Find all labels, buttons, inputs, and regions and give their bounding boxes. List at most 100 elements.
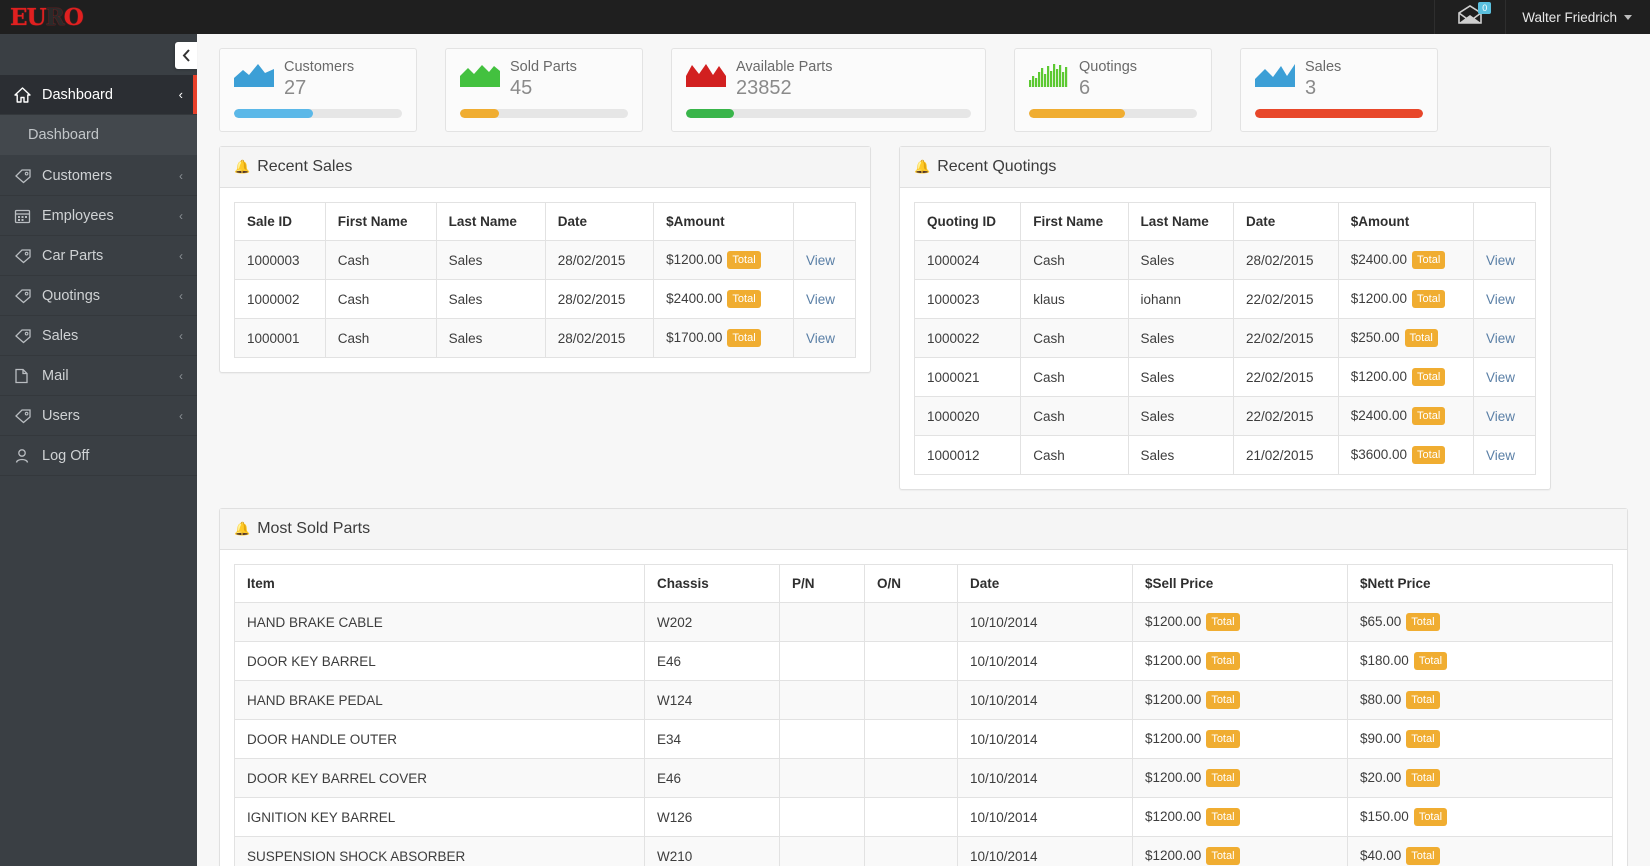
sidebar-item-employees[interactable]: Employees ‹ bbox=[0, 196, 197, 236]
area-chart-icon bbox=[234, 62, 274, 92]
sidebar-subitem-label: Dashboard bbox=[28, 127, 99, 143]
table-row[interactable]: 1000020 Cash Sales 22/02/2015 $2400.00 To… bbox=[913, 396, 1536, 436]
column-header-sell-price[interactable]: $Sell Price bbox=[1132, 564, 1348, 603]
column-header-last-name[interactable]: Last Name bbox=[1127, 202, 1234, 241]
column-header-first-name[interactable]: First Name bbox=[1020, 202, 1129, 241]
amount-value: $1200.00 bbox=[666, 252, 723, 267]
recent-sales-table: Sale ID First Name Last Name Date $Amoun… bbox=[234, 202, 856, 358]
cell-on bbox=[864, 602, 958, 642]
sidebar-subitem-dashboard[interactable]: Dashboard bbox=[0, 115, 197, 156]
cell-date: 22/02/2015 bbox=[1233, 318, 1339, 358]
cell-action: View bbox=[1473, 240, 1536, 280]
column-header-date[interactable]: Date bbox=[544, 202, 655, 241]
cell-date: 10/10/2014 bbox=[957, 680, 1133, 720]
table-row[interactable]: HAND BRAKE PEDAL W124 10/10/2014 $1200.0… bbox=[234, 680, 1613, 720]
column-header-item[interactable]: Item bbox=[234, 564, 645, 603]
column-header-amount[interactable]: $Amount bbox=[653, 202, 794, 241]
sidebar-collapse-button[interactable] bbox=[175, 42, 197, 69]
stat-card-quotings[interactable]: Quotings 6 bbox=[1014, 48, 1212, 132]
column-header-date[interactable]: Date bbox=[1233, 202, 1339, 241]
stat-card-available-parts[interactable]: Available Parts 23852 bbox=[671, 48, 986, 132]
view-link[interactable]: View bbox=[806, 253, 835, 268]
table-row[interactable]: 1000001 Cash Sales 28/02/2015 $1700.00 To… bbox=[234, 318, 856, 358]
cell-chassis: E46 bbox=[644, 758, 780, 798]
column-header-on[interactable]: O/N bbox=[864, 564, 958, 603]
bar-chart-icon bbox=[1029, 62, 1069, 92]
table-row[interactable]: HAND BRAKE CABLE W202 10/10/2014 $1200.0… bbox=[234, 602, 1613, 642]
cell-last-name: iohann bbox=[1127, 279, 1234, 319]
table-row[interactable]: 1000003 Cash Sales 28/02/2015 $1200.00 To… bbox=[234, 240, 856, 280]
table-row[interactable]: DOOR KEY BARREL E46 10/10/2014 $1200.00 T… bbox=[234, 641, 1613, 681]
column-header-quoting-id[interactable]: Quoting ID bbox=[913, 202, 1022, 241]
table-row[interactable]: IGNITION KEY BARREL W126 10/10/2014 $120… bbox=[234, 797, 1613, 837]
stat-value: 6 bbox=[1079, 77, 1091, 99]
total-badge: Total bbox=[1206, 652, 1240, 670]
amount-value: $1200.00 bbox=[1350, 291, 1408, 306]
cell-last-name: Sales bbox=[1127, 396, 1234, 436]
column-header-first-name[interactable]: First Name bbox=[324, 202, 437, 241]
total-badge: Total bbox=[1206, 808, 1240, 826]
total-badge: Total bbox=[727, 251, 761, 269]
sidebar-item-customers[interactable]: Customers ‹ bbox=[0, 156, 197, 196]
column-header-amount[interactable]: $Amount bbox=[1337, 202, 1475, 241]
cell-sale-id: 1000003 bbox=[234, 240, 326, 280]
stat-card-sold-parts[interactable]: Sold Parts 45 bbox=[445, 48, 643, 132]
column-header-chassis[interactable]: Chassis bbox=[644, 564, 780, 603]
column-header-date[interactable]: Date bbox=[957, 564, 1133, 603]
cell-first-name: Cash bbox=[1020, 396, 1129, 436]
cell-first-name: Cash bbox=[1020, 435, 1129, 475]
nett-price-value: $80.00 bbox=[1360, 692, 1402, 707]
recent-sales-panel-header: 🔔 Recent Sales bbox=[220, 147, 870, 188]
view-link[interactable]: View bbox=[1486, 331, 1515, 346]
sidebar-item-car-parts[interactable]: Car Parts ‹ bbox=[0, 236, 197, 276]
table-row[interactable]: 1000023 klaus iohann 22/02/2015 $1200.00… bbox=[913, 279, 1536, 319]
cell-last-name: Sales bbox=[435, 318, 546, 358]
sidebar-item-log-off[interactable]: Log Off bbox=[0, 436, 197, 476]
column-header-last-name[interactable]: Last Name bbox=[435, 202, 546, 241]
table-row[interactable]: DOOR KEY BARREL COVER E46 10/10/2014 $12… bbox=[234, 758, 1613, 798]
column-header-nett-price[interactable]: $Nett Price bbox=[1347, 564, 1613, 603]
cell-pn bbox=[779, 836, 865, 866]
sidebar-item-dashboard[interactable]: Dashboard ‹ bbox=[0, 75, 197, 115]
app-logo[interactable]: EURO bbox=[10, 6, 84, 29]
cell-last-name: Sales bbox=[435, 279, 546, 319]
view-link[interactable]: View bbox=[1486, 292, 1515, 307]
column-header-pn[interactable]: P/N bbox=[779, 564, 865, 603]
table-body: 1000024 Cash Sales 28/02/2015 $2400.00 To… bbox=[913, 240, 1536, 475]
recent-quotings-panel-body: Quoting ID First Name Last Name Date $Am… bbox=[900, 188, 1550, 489]
view-link[interactable]: View bbox=[1486, 253, 1515, 268]
view-link[interactable]: View bbox=[806, 331, 835, 346]
column-header-sale-id[interactable]: Sale ID bbox=[234, 202, 326, 241]
tag-icon bbox=[14, 328, 36, 344]
mail-notifications-button[interactable]: 0 bbox=[1434, 0, 1505, 34]
cell-pn bbox=[779, 641, 865, 681]
total-badge: Total bbox=[1406, 691, 1440, 709]
table-row[interactable]: 1000021 Cash Sales 22/02/2015 $1200.00 To… bbox=[913, 357, 1536, 397]
table-row[interactable]: DOOR HANDLE OUTER E34 10/10/2014 $1200.0… bbox=[234, 719, 1613, 759]
cell-nett-price: $180.00 Total bbox=[1347, 641, 1613, 681]
sidebar-item-users[interactable]: Users ‹ bbox=[0, 396, 197, 436]
stat-card-customers[interactable]: Customers 27 bbox=[219, 48, 417, 132]
table-row[interactable]: 1000012 Cash Sales 21/02/2015 $3600.00 To… bbox=[913, 435, 1536, 475]
total-badge: Total bbox=[1412, 446, 1446, 464]
stat-card-header: Sales 3 bbox=[1255, 59, 1423, 100]
most-sold-parts-panel: 🔔 Most Sold Parts Item Chassis P/N O/N D… bbox=[219, 508, 1628, 866]
user-menu-button[interactable]: Walter Friedrich bbox=[1505, 0, 1650, 34]
table-row[interactable]: SUSPENSION SHOCK ABSORBER W210 10/10/201… bbox=[234, 836, 1613, 866]
stat-progress-track bbox=[1255, 109, 1423, 118]
sidebar-item-sales[interactable]: Sales ‹ bbox=[0, 316, 197, 356]
sidebar-item-quotings[interactable]: Quotings ‹ bbox=[0, 276, 197, 316]
view-link[interactable]: View bbox=[1486, 409, 1515, 424]
view-link[interactable]: View bbox=[806, 292, 835, 307]
stat-card-sales[interactable]: Sales 3 bbox=[1240, 48, 1438, 132]
recent-quotings-panel: 🔔 Recent Quotings Quoting ID First Name … bbox=[899, 146, 1551, 490]
table-row[interactable]: 1000022 Cash Sales 22/02/2015 $250.00 Tot… bbox=[913, 318, 1536, 358]
view-link[interactable]: View bbox=[1486, 448, 1515, 463]
cell-sell-price: $1200.00 Total bbox=[1132, 836, 1348, 866]
stat-progress-fill bbox=[460, 109, 499, 118]
table-row[interactable]: 1000024 Cash Sales 28/02/2015 $2400.00 To… bbox=[913, 240, 1536, 280]
sidebar-item-mail[interactable]: Mail ‹ bbox=[0, 356, 197, 396]
view-link[interactable]: View bbox=[1486, 370, 1515, 385]
cell-amount: $2400.00 Total bbox=[1337, 396, 1475, 436]
table-row[interactable]: 1000002 Cash Sales 28/02/2015 $2400.00 To… bbox=[234, 279, 856, 319]
